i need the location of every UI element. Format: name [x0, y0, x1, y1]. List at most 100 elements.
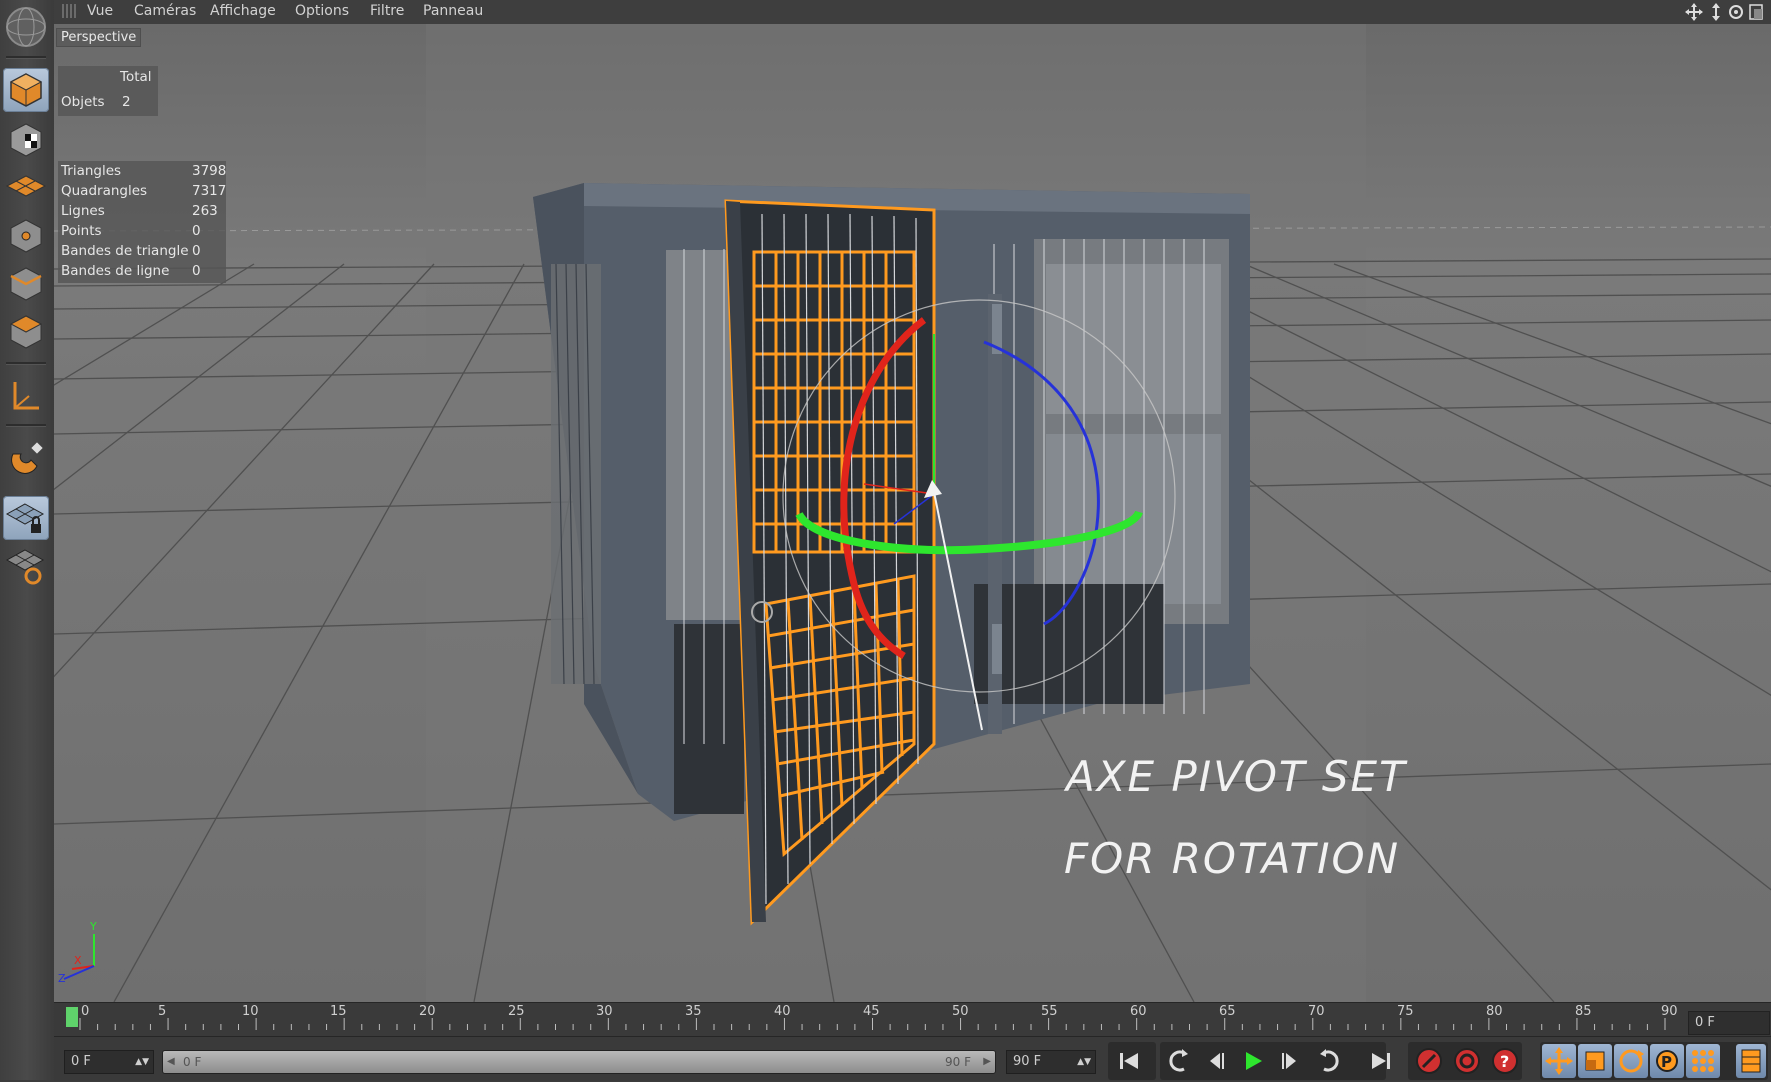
stat-label: Points [61, 223, 102, 239]
app-logo-icon[interactable] [3, 2, 49, 52]
timeline-ruler[interactable]: 0 5 10 15 20 25 30 35 40 45 50 55 60 65 … [64, 1004, 1680, 1038]
tick-label: 45 [863, 1004, 880, 1019]
tick-label: 70 [1308, 1004, 1325, 1019]
start-frame-field[interactable]: 0 F ▲▼ [64, 1050, 154, 1074]
hud-objects-label: Objets [61, 94, 105, 110]
axis-mode-icon[interactable] [3, 374, 49, 418]
stat-label: Bandes de triangle [61, 243, 189, 259]
stepper-icon[interactable]: ▲▼ [135, 1051, 149, 1073]
workplane-snap-icon[interactable] [3, 544, 49, 588]
tick-label: 15 [330, 1004, 347, 1019]
next-key-icon[interactable] [1312, 1044, 1346, 1078]
go-end-icon[interactable] [1364, 1044, 1398, 1078]
magnet-icon[interactable] [3, 436, 49, 480]
hud-total-header: Total [120, 69, 152, 85]
current-frame-field[interactable]: 0 F [1688, 1011, 1770, 1035]
viewport-rotate-icon[interactable] [1729, 5, 1743, 19]
keyframe-selection-icon[interactable]: ? [1488, 1044, 1522, 1078]
tick-label: 75 [1397, 1004, 1414, 1019]
next-frame-icon[interactable] [1274, 1044, 1308, 1078]
go-start-icon[interactable] [1112, 1044, 1146, 1078]
tick-label: 25 [508, 1004, 525, 1019]
range-start-value: 0 F [183, 1055, 202, 1069]
texture-mode-icon[interactable] [3, 118, 49, 162]
stat-value: 3798 [192, 163, 227, 179]
menu-affichage[interactable]: Affichage [210, 3, 276, 19]
stat-label: Quadrangles [61, 183, 148, 199]
tick-label: 20 [419, 1004, 436, 1019]
current-frame-value: 0 F [1695, 1015, 1715, 1030]
rotate-icon[interactable] [1614, 1044, 1648, 1078]
viewport-move-icon[interactable] [1685, 3, 1703, 21]
hud-stats-panel: Triangles 3798 Quadrangles 7317 Lignes 2… [58, 161, 226, 283]
tick-label: 0 [81, 1004, 90, 1019]
tick-label: 85 [1575, 1004, 1592, 1019]
stat-value: 0 [192, 263, 201, 279]
edges-mode-icon[interactable] [3, 262, 49, 306]
param-icon[interactable]: P [1650, 1044, 1684, 1078]
annotation-line-1: AXE PIVOT SET [1066, 752, 1407, 801]
tick-label: 5 [158, 1004, 167, 1019]
prev-key-icon[interactable] [1162, 1044, 1196, 1078]
stat-label: Triangles [61, 163, 122, 179]
menu-filtre[interactable]: Filtre [370, 3, 404, 19]
timeline-playhead[interactable] [66, 1007, 78, 1027]
pla-icon[interactable] [1686, 1044, 1720, 1078]
end-frame-field[interactable]: 90 F ▲▼ [1006, 1050, 1096, 1074]
workplane-mode-icon[interactable] [3, 166, 49, 210]
tick-label: 10 [242, 1004, 259, 1019]
menu-grip-icon[interactable] [62, 4, 76, 18]
move-icon[interactable] [1542, 1044, 1576, 1078]
autokey-icon[interactable] [1450, 1044, 1484, 1078]
camera-label[interactable]: Perspective [56, 28, 142, 47]
range-slider[interactable]: ◀ 0 F 90 F ▶ [162, 1050, 996, 1074]
timeline-icon[interactable] [1736, 1044, 1766, 1078]
viewport-zoom-icon[interactable] [1712, 3, 1720, 21]
tick-label: 65 [1219, 1004, 1236, 1019]
tick-label: 80 [1486, 1004, 1503, 1019]
range-left-arrow-icon[interactable]: ◀ [167, 1051, 175, 1073]
hud-objects-panel: Total Objets 2 [58, 66, 158, 116]
axis-label-y: Y [89, 920, 97, 933]
tick-label: 40 [774, 1004, 791, 1019]
svg-text:?: ? [1500, 1052, 1509, 1071]
viewport-maximize-icon[interactable] [1749, 4, 1763, 20]
menu-cameras[interactable]: Caméras [134, 3, 196, 19]
polygons-mode-icon[interactable] [3, 310, 49, 354]
tick-label: 90 [1661, 1004, 1678, 1019]
tick-label: 35 [685, 1004, 702, 1019]
stat-label: Bandes de ligne [61, 263, 170, 279]
model-mode-icon[interactable] [3, 68, 49, 112]
annotation-line-2: FOR ROTATION [1064, 834, 1400, 883]
hud-objects-value: 2 [122, 94, 131, 110]
start-frame-value: 0 F [71, 1054, 91, 1069]
range-right-arrow-icon[interactable]: ▶ [983, 1051, 991, 1073]
stat-value: 0 [192, 223, 201, 239]
menu-panneau[interactable]: Panneau [423, 3, 483, 19]
points-mode-icon[interactable] [3, 214, 49, 258]
stat-value: 263 [192, 203, 218, 219]
end-frame-value: 90 F [1013, 1054, 1042, 1069]
left-toolbar [0, 0, 55, 1080]
stat-value: 7317 [192, 183, 227, 199]
menu-options[interactable]: Options [295, 3, 349, 19]
tick-label: 55 [1041, 1004, 1058, 1019]
svg-text:P: P [1661, 1053, 1672, 1071]
workplane-lock-icon[interactable] [3, 496, 49, 540]
tick-label: 60 [1130, 1004, 1147, 1019]
axis-label-x: X [74, 954, 82, 967]
tick-label: 50 [952, 1004, 969, 1019]
scene-render: Y X Z [54, 24, 1771, 1002]
menu-vue[interactable]: Vue [87, 3, 113, 19]
axis-label-z: Z [58, 972, 66, 985]
prev-frame-icon[interactable] [1198, 1044, 1232, 1078]
stat-label: Lignes [61, 203, 105, 219]
record-icon[interactable] [1412, 1044, 1446, 1078]
tick-label: 30 [596, 1004, 613, 1019]
scale-icon[interactable] [1578, 1044, 1612, 1078]
range-end-value: 90 F [945, 1055, 971, 1069]
play-icon[interactable] [1236, 1044, 1270, 1078]
viewport-3d[interactable]: Y X Z [54, 24, 1771, 1002]
viewport-menubar: Vue Caméras Affichage Options Filtre Pan… [54, 0, 1771, 25]
stepper-icon[interactable]: ▲▼ [1077, 1051, 1091, 1073]
